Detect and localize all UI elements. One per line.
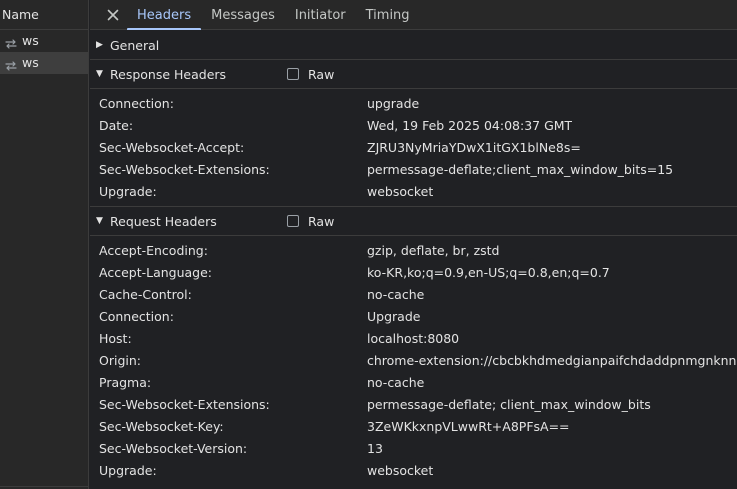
header-name: Host:	[99, 330, 132, 346]
request-name: ws	[22, 55, 39, 70]
list-divider	[0, 486, 88, 487]
header-name: Upgrade:	[99, 462, 157, 478]
tab-headers[interactable]: Headers	[127, 0, 202, 30]
header-row: Pragma: no-cache	[90, 371, 737, 393]
raw-toggle[interactable]: Raw	[287, 60, 334, 88]
header-value: localhost:8080	[367, 330, 460, 346]
header-row: Accept-Encoding: gzip, deflate, br, zstd	[90, 239, 737, 261]
header-name: Sec-Websocket-Accept:	[99, 139, 245, 155]
header-value: gzip, deflate, br, zstd	[367, 242, 500, 258]
header-value: permessage-deflate;client_max_window_bit…	[367, 161, 674, 177]
header-row: Sec-Websocket-Extensions: permessage-defl…	[90, 158, 737, 180]
header-value: upgrade	[367, 95, 420, 111]
raw-label: Raw	[308, 66, 335, 82]
header-value: Upgrade	[367, 308, 421, 324]
header-name: Accept-Encoding:	[99, 242, 208, 258]
tab-messages[interactable]: Messages	[201, 0, 285, 30]
websocket-icon	[4, 35, 18, 49]
header-name: Sec-Websocket-Extensions:	[99, 161, 270, 177]
request-row[interactable]: ws	[0, 52, 88, 74]
header-value: permessage-deflate; client_max_window_bi…	[367, 396, 651, 412]
details-tabbar: Headers Messages Initiator Timing	[90, 0, 737, 30]
header-name: Upgrade:	[99, 183, 157, 199]
header-name: Cache-Control:	[99, 286, 192, 302]
header-name: Sec-Websocket-Version:	[99, 440, 248, 456]
websocket-icon	[4, 57, 18, 71]
header-row: Accept-Language: ko-KR,ko;q=0.9,en-US;q=0…	[90, 261, 737, 283]
request-headers-list: Accept-Encoding: gzip, deflate, br, zstd A…	[90, 236, 737, 485]
header-value: Wed, 19 Feb 2025 04:08:37 GMT	[367, 117, 573, 133]
section-response-headers[interactable]: ▼ Response Headers Raw	[90, 60, 737, 88]
header-row: Connection: upgrade	[90, 92, 737, 114]
section-title: General	[110, 37, 160, 53]
header-row: Sec-Websocket-Accept: ZJRU3NyMriaYDwX1itG…	[90, 136, 737, 158]
header-name: Accept-Language:	[99, 264, 213, 280]
header-value: websocket	[367, 462, 434, 478]
header-name: Origin:	[99, 352, 141, 368]
raw-toggle[interactable]: Raw	[287, 207, 334, 235]
header-row: Connection: Upgrade	[90, 305, 737, 327]
header-row: Upgrade: websocket	[90, 459, 737, 481]
header-value: ko-KR,ko;q=0.9,en-US;q=0.8,en;q=0.7	[367, 264, 610, 280]
header-row: Date: Wed, 19 Feb 2025 04:08:37 GMT	[90, 114, 737, 136]
header-name: Date:	[99, 117, 134, 133]
header-name: Pragma:	[99, 374, 152, 390]
name-column-header[interactable]: Name	[0, 0, 88, 30]
request-list: Name ws ws	[0, 0, 89, 489]
header-value: no-cache	[367, 374, 425, 390]
section-request-headers[interactable]: ▼ Request Headers Raw	[90, 207, 737, 235]
header-row: Sec-Websocket-Key: 3ZeWKkxnpVLwwRt+A8PFsA…	[90, 415, 737, 437]
header-name: Connection:	[99, 308, 174, 324]
section-title: Response Headers	[110, 66, 227, 82]
header-value: 3ZeWKkxnpVLwwRt+A8PFsA==	[367, 418, 570, 434]
raw-checkbox[interactable]	[287, 215, 299, 227]
expand-triangle-icon: ▶	[96, 40, 103, 50]
collapse-triangle-icon: ▼	[96, 69, 103, 79]
header-name: Connection:	[99, 95, 174, 111]
header-value: ZJRU3NyMriaYDwX1itGX1blNe8s=	[367, 139, 581, 155]
header-row: Sec-Websocket-Extensions: permessage-defl…	[90, 393, 737, 415]
request-row[interactable]: ws	[0, 30, 88, 52]
header-name: Sec-Websocket-Key:	[99, 418, 224, 434]
section-general[interactable]: ▶ General	[90, 31, 737, 59]
raw-checkbox[interactable]	[287, 68, 299, 80]
close-icon[interactable]	[99, 0, 127, 30]
header-name: Sec-Websocket-Extensions:	[99, 396, 270, 412]
section-title: Request Headers	[110, 213, 217, 229]
header-value: no-cache	[367, 286, 425, 302]
header-row: Sec-Websocket-Version: 13	[90, 437, 737, 459]
response-headers-list: Connection: upgrade Date: Wed, 19 Feb 2025 …	[90, 89, 737, 206]
tab-initiator[interactable]: Initiator	[285, 0, 356, 30]
request-name: ws	[22, 33, 39, 48]
tab-timing[interactable]: Timing	[356, 0, 420, 30]
header-value: websocket	[367, 183, 434, 199]
header-value: 13	[367, 440, 383, 456]
header-row: Host: localhost:8080	[90, 327, 737, 349]
raw-label: Raw	[308, 213, 335, 229]
header-value: chrome-extension://cbcbkhdmedgianpaifchd…	[367, 352, 737, 368]
header-row: Origin: chrome-extension://cbcbkhdmedgian…	[90, 349, 737, 371]
collapse-triangle-icon: ▼	[96, 216, 103, 226]
header-row: Upgrade: websocket	[90, 180, 737, 202]
header-row: Cache-Control: no-cache	[90, 283, 737, 305]
headers-panel: ▶ General ▼ Response Headers Raw Connect…	[90, 31, 737, 489]
